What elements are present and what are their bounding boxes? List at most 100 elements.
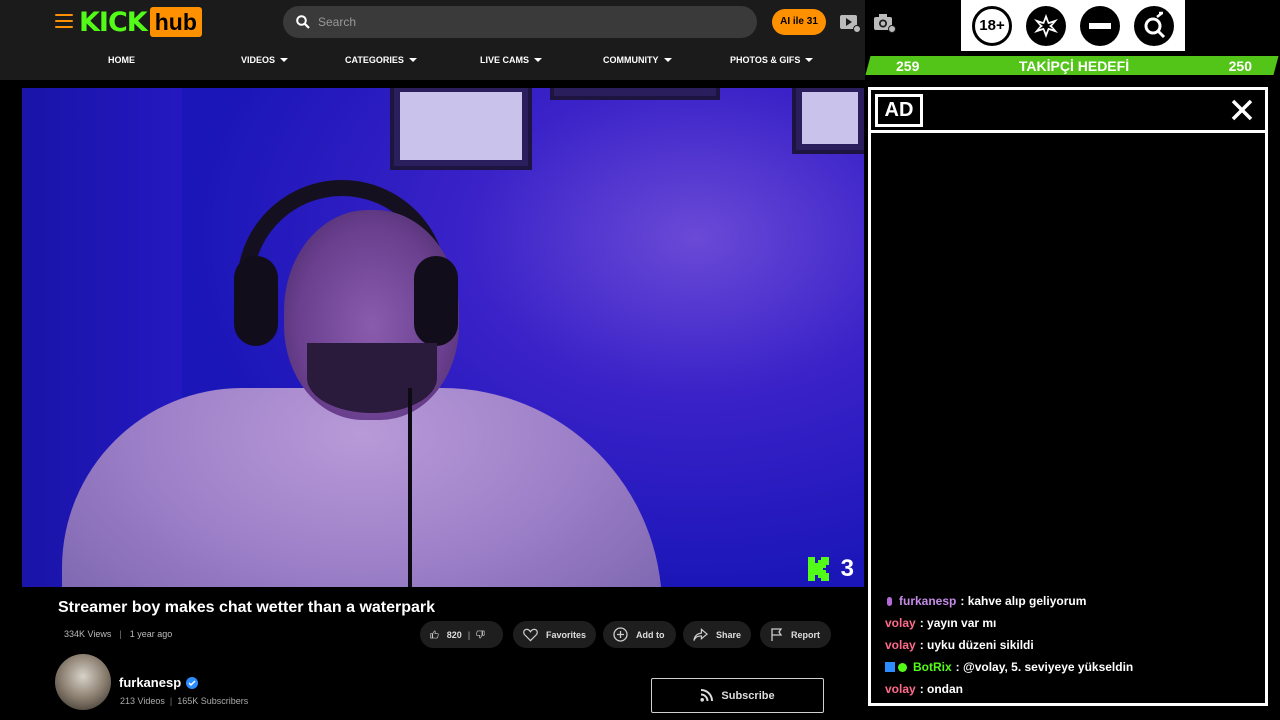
nav-photos-gifs[interactable]: PHOTOS & GIFS (730, 55, 814, 65)
upload-age: 1 year ago (129, 629, 173, 639)
ai-button[interactable]: AI ile 31 (772, 9, 826, 35)
nav-community-label: COMMUNITY (603, 55, 659, 65)
chat-messages: furkanesp : kahve alıp geliyorum volay :… (885, 590, 1255, 700)
video-title: Streamer boy makes chat wetter than a wa… (58, 599, 436, 616)
plus-circle-icon (613, 627, 628, 642)
verified-bot-icon (898, 662, 907, 672)
chat-text: : yayın var mı (919, 616, 997, 630)
subscribe-button[interactable]: Subscribe (651, 678, 824, 713)
view-count: 334K Views (64, 629, 112, 639)
site-logo[interactable]: KICK hub (79, 6, 202, 38)
channel-video-count: 213 Videos (120, 696, 165, 706)
chat-message: volay : yayın var mı (885, 612, 1255, 634)
video-upload-icon[interactable] (839, 13, 861, 33)
share-label: Share (715, 629, 741, 640)
nav-home[interactable]: HOME (108, 55, 135, 65)
heart-icon (523, 628, 538, 641)
wall-poster (550, 88, 720, 100)
nav-videos[interactable]: VIDEOS (241, 55, 289, 65)
chat-username[interactable]: furkanesp (899, 592, 956, 610)
chat-message: volay : uyku düzeni sikildi (885, 634, 1255, 656)
channel-name[interactable]: furkanesp (119, 675, 181, 690)
nav-home-label: HOME (108, 55, 135, 65)
chat-username[interactable]: volay (885, 614, 916, 632)
caret-down-icon (534, 58, 543, 62)
add-to-label: Add to (636, 629, 665, 640)
ad-chat-panel: AD furkanesp : kahve alıp geliyorum vola… (868, 87, 1268, 706)
chat-text: : @volay, 5. seviyeye yükseldin (955, 660, 1134, 674)
caret-down-icon (805, 58, 814, 62)
goal-current: 259 (896, 57, 920, 74)
search-input[interactable] (318, 15, 718, 29)
rss-icon (700, 689, 714, 702)
chat-message: volay : ondan (885, 678, 1255, 700)
thumbs-up-icon[interactable] (430, 627, 439, 642)
favorites-button[interactable]: Favorites (513, 621, 596, 648)
chat-text: : ondan (919, 682, 964, 696)
favorites-label: Favorites (545, 629, 586, 640)
age-badge-label: 18+ (979, 17, 1005, 34)
flag-icon (771, 627, 783, 641)
subscribe-label: Subscribe (721, 689, 775, 702)
gender-search-icon (1134, 5, 1174, 46)
video-player[interactable]: 3 (22, 88, 864, 587)
video-headphone-cable (408, 388, 412, 587)
wall-poster (390, 88, 532, 170)
channel-avatar[interactable] (55, 654, 111, 710)
channel-meta: 213 Videos | 165K Subscribers (120, 696, 249, 706)
ad-label: AD (875, 94, 923, 127)
logo-kick-text: KICK (79, 6, 148, 38)
add-to-button[interactable]: Add to (603, 621, 676, 648)
nav-categories[interactable]: CATEGORIES (345, 55, 417, 65)
top-header: KICK hub AI ile 31 HOME VIDEOS CATEGORIE… (0, 0, 896, 80)
wall-poster (792, 88, 864, 154)
logo-hub-text: hub (149, 7, 202, 37)
like-dislike-control: 820 | (420, 621, 503, 648)
no-entry-icon (1080, 5, 1120, 46)
follower-goal-text: 259 TAKİPÇİ HEDEFİ 250 (868, 56, 1276, 75)
verified-check-icon (186, 676, 199, 689)
like-count: 820 (446, 629, 462, 640)
nav-videos-label: VIDEOS (241, 55, 276, 65)
camera-upload-icon[interactable] (873, 13, 897, 33)
microphone-icon (887, 596, 892, 606)
nav-photos-gifs-label: PHOTOS & GIFS (730, 55, 801, 65)
ad-header: AD (871, 90, 1265, 133)
chat-message: BotRix : @volay, 5. seviyeye yükseldin (885, 656, 1255, 678)
hamburger-menu-icon[interactable] (55, 14, 73, 28)
share-icon (693, 627, 708, 641)
chat-username[interactable]: BotRix (913, 658, 952, 676)
channel-name-row[interactable]: furkanesp (119, 675, 199, 690)
goal-label: TAKİPÇİ HEDEFİ (1018, 57, 1130, 74)
video-headphone-ear (234, 256, 278, 346)
content-badges: 18+ (961, 0, 1185, 51)
chat-username[interactable]: volay (885, 680, 916, 698)
caret-down-icon (280, 58, 289, 62)
nav-live-cams[interactable]: LIVE CAMS (480, 55, 543, 65)
close-icon[interactable] (1229, 97, 1255, 123)
report-label: Report (791, 629, 820, 640)
chat-username[interactable]: volay (885, 636, 916, 654)
channel-subscriber-count: 165K Subscribers (177, 696, 249, 706)
nav-categories-label: CATEGORIES (345, 55, 404, 65)
chat-text: : uyku düzeni sikildi (919, 638, 1034, 652)
chat-text: : kahve alıp geliyorum (960, 594, 1087, 608)
chat-message: furkanesp : kahve alıp geliyorum (885, 590, 1255, 612)
video-overlay-number: 3 (840, 555, 854, 582)
caret-down-icon (408, 58, 417, 62)
goal-target: 250 (1228, 57, 1252, 74)
kick-k-logo-icon (808, 557, 829, 581)
share-button[interactable]: Share (683, 621, 751, 648)
search-icon (296, 15, 310, 29)
age-18-badge-icon: 18+ (972, 5, 1012, 46)
nav-community[interactable]: COMMUNITY (603, 55, 672, 65)
caret-down-icon (663, 58, 672, 62)
burst-icon (1026, 5, 1066, 46)
nav-live-cams-label: LIVE CAMS (480, 55, 530, 65)
thumbs-down-icon[interactable] (476, 627, 485, 642)
video-person-beard (307, 343, 437, 413)
report-button[interactable]: Report (760, 621, 831, 648)
video-meta: 334K Views | 1 year ago (64, 629, 173, 639)
bot-badge-icon (885, 662, 895, 672)
search-bar[interactable] (283, 6, 757, 38)
